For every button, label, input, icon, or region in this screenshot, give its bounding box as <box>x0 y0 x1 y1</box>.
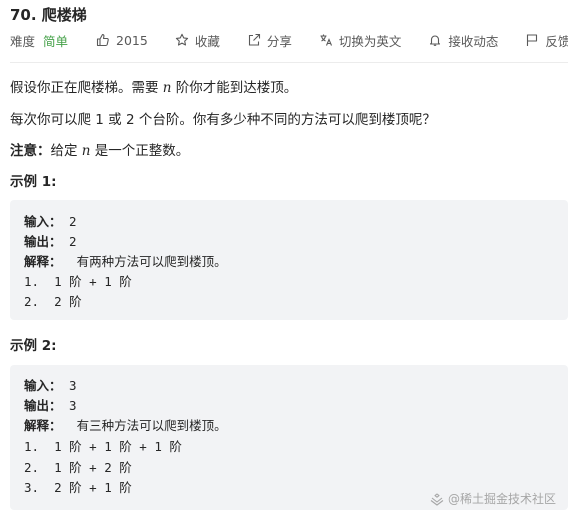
output-label: 输出： <box>24 234 62 249</box>
input-label: 输入： <box>24 214 62 229</box>
example-step: 3. 2 阶 + 1 阶 <box>24 480 132 495</box>
favorite-label: 收藏 <box>194 33 220 49</box>
explain-value: 有三种方法可以爬到楼顶。 <box>61 418 227 433</box>
problem-toolbar: 难度 简单 2015 收藏 分享 切换为英文 接收动态 反馈 <box>10 31 568 49</box>
feedback-flag-icon <box>525 33 539 47</box>
example-step: 1. 1 阶 + 1 阶 <box>24 274 132 289</box>
description-line-1: 假设你正在爬楼梯。需要 n 阶你才能到达楼顶。 <box>10 76 297 96</box>
example-input-line: 输入： 3 <box>24 375 77 394</box>
example-2-block: 输入： 3 输出： 3 解释： 有三种方法可以爬到楼顶。 1. 1 阶 + 1 … <box>10 365 568 510</box>
translate-icon <box>319 33 333 47</box>
translate-button[interactable]: 切换为英文 <box>319 31 402 50</box>
input-value: 3 <box>61 378 77 393</box>
share-icon <box>247 33 261 47</box>
variable-n: n <box>81 143 91 159</box>
example-1-heading: 示例 1: <box>10 174 57 190</box>
watermark-text: @稀土掘金技术社区 <box>447 492 556 506</box>
star-icon <box>175 33 189 47</box>
explain-label: 解释： <box>24 418 62 433</box>
note-label: 注意： <box>10 143 51 159</box>
description-text: 假设你正在爬楼梯。需要 <box>10 80 163 96</box>
example-step: 2. 2 阶 <box>24 294 82 309</box>
description-line-2: 每次你可以爬 1 或 2 个台阶。你有多少种不同的方法可以爬到楼顶呢？ <box>10 112 436 128</box>
share-label: 分享 <box>266 33 292 49</box>
example-step: 2. 1 阶 + 2 阶 <box>24 460 132 475</box>
subscribe-label: 接收动态 <box>448 33 499 49</box>
feedback-label: 反馈 <box>545 33 568 49</box>
juejin-logo-icon <box>430 492 444 506</box>
example-explain-line: 解释： 有三种方法可以爬到楼顶。 <box>24 415 227 434</box>
example-1-block: 输入： 2 输出： 2 解释： 有两种方法可以爬到楼顶。 1. 1 阶 + 1 … <box>10 200 568 320</box>
example-input-line: 输入： 2 <box>24 211 77 230</box>
feedback-button[interactable]: 反馈 <box>525 31 568 50</box>
output-value: 2 <box>61 234 77 249</box>
output-value: 3 <box>61 398 77 413</box>
translate-label: 切换为英文 <box>338 33 402 49</box>
example-output-line: 输出： 2 <box>24 231 77 250</box>
variable-n: n <box>162 80 172 96</box>
watermark: @稀土掘金技术社区 <box>430 490 556 507</box>
header-divider <box>10 62 568 63</box>
explain-label: 解释： <box>24 254 62 269</box>
difficulty-label: 难度 <box>10 33 36 49</box>
example-output-line: 输出： 3 <box>24 395 77 414</box>
subscribe-button[interactable]: 接收动态 <box>428 31 498 50</box>
thumbs-up-icon <box>96 33 110 47</box>
input-label: 输入： <box>24 378 62 393</box>
difficulty-badge: 简单 <box>43 33 69 49</box>
favorite-button[interactable]: 收藏 <box>175 31 220 50</box>
example-explain-line: 解释： 有两种方法可以爬到楼顶。 <box>24 251 227 270</box>
note-line: 注意：给定 n 是一个正整数。 <box>10 139 189 159</box>
note-text: 是一个正整数。 <box>90 143 190 159</box>
example-2-heading: 示例 2: <box>10 338 57 354</box>
share-button[interactable]: 分享 <box>247 31 292 50</box>
like-count: 2015 <box>116 32 148 48</box>
description-text: 阶你才能到达楼顶。 <box>171 80 298 96</box>
output-label: 输出： <box>24 398 62 413</box>
explain-value: 有两种方法可以爬到楼顶。 <box>61 254 227 269</box>
note-text: 给定 <box>50 143 82 159</box>
like-button[interactable]: 2015 <box>96 33 148 48</box>
example-step: 1. 1 阶 + 1 阶 + 1 阶 <box>24 439 182 454</box>
input-value: 2 <box>61 214 77 229</box>
problem-title: 70. 爬楼梯 <box>10 6 87 24</box>
bell-icon <box>428 33 442 47</box>
